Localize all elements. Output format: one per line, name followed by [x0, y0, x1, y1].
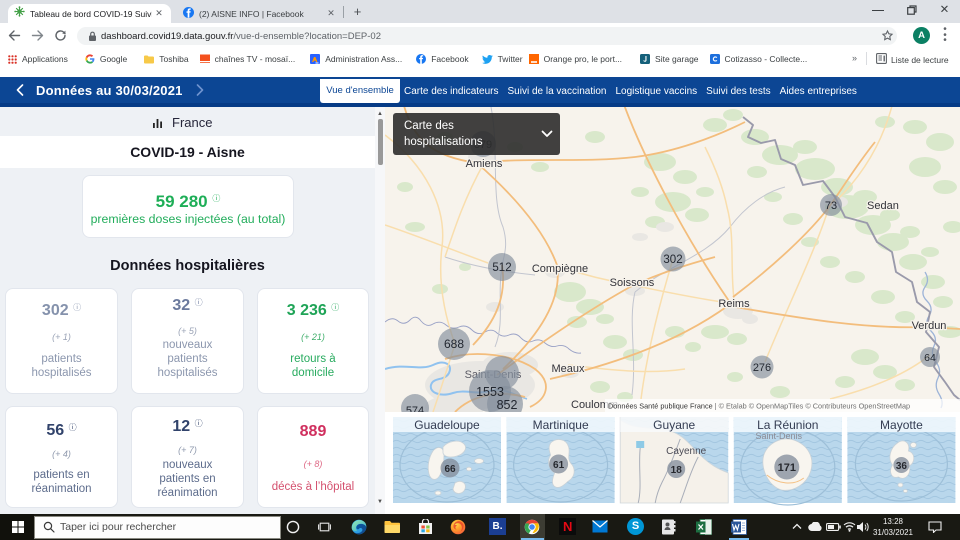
- svg-text:36: 36: [896, 461, 908, 472]
- svg-text:Reims: Reims: [718, 298, 750, 310]
- svg-text:574: 574: [406, 405, 424, 412]
- svg-text:La Réunion: La Réunion: [757, 418, 818, 432]
- svg-text:512: 512: [492, 262, 511, 274]
- svg-text:Meaux: Meaux: [551, 363, 585, 375]
- svg-text:Martinique: Martinique: [533, 418, 589, 432]
- svg-text:61: 61: [553, 460, 565, 471]
- svg-text:64: 64: [924, 352, 936, 364]
- svg-text:276: 276: [753, 362, 771, 374]
- svg-text:Mayotte: Mayotte: [880, 418, 923, 432]
- svg-text:Saint-Denis: Saint-Denis: [756, 431, 803, 441]
- svg-text:Soissons: Soissons: [610, 277, 655, 289]
- svg-text:Compiègne: Compiègne: [532, 263, 588, 275]
- svg-text:73: 73: [825, 200, 837, 212]
- svg-text:Sedan: Sedan: [867, 200, 899, 212]
- svg-text:Guadeloupe: Guadeloupe: [414, 418, 480, 432]
- svg-text:Amiens: Amiens: [466, 158, 503, 170]
- svg-text:Données Santé publique France: Données Santé publique France | © Etalab…: [608, 402, 910, 411]
- svg-text:18: 18: [671, 465, 683, 476]
- svg-text:171: 171: [778, 462, 796, 474]
- svg-text:Guyane: Guyane: [653, 418, 695, 432]
- svg-text:66: 66: [444, 464, 456, 475]
- svg-text:Verdun: Verdun: [912, 320, 947, 332]
- svg-text:688: 688: [444, 337, 464, 351]
- svg-text:852: 852: [497, 398, 518, 412]
- svg-text:Cayenne: Cayenne: [666, 446, 706, 457]
- svg-text:302: 302: [663, 254, 682, 266]
- svg-text:1553: 1553: [476, 385, 504, 399]
